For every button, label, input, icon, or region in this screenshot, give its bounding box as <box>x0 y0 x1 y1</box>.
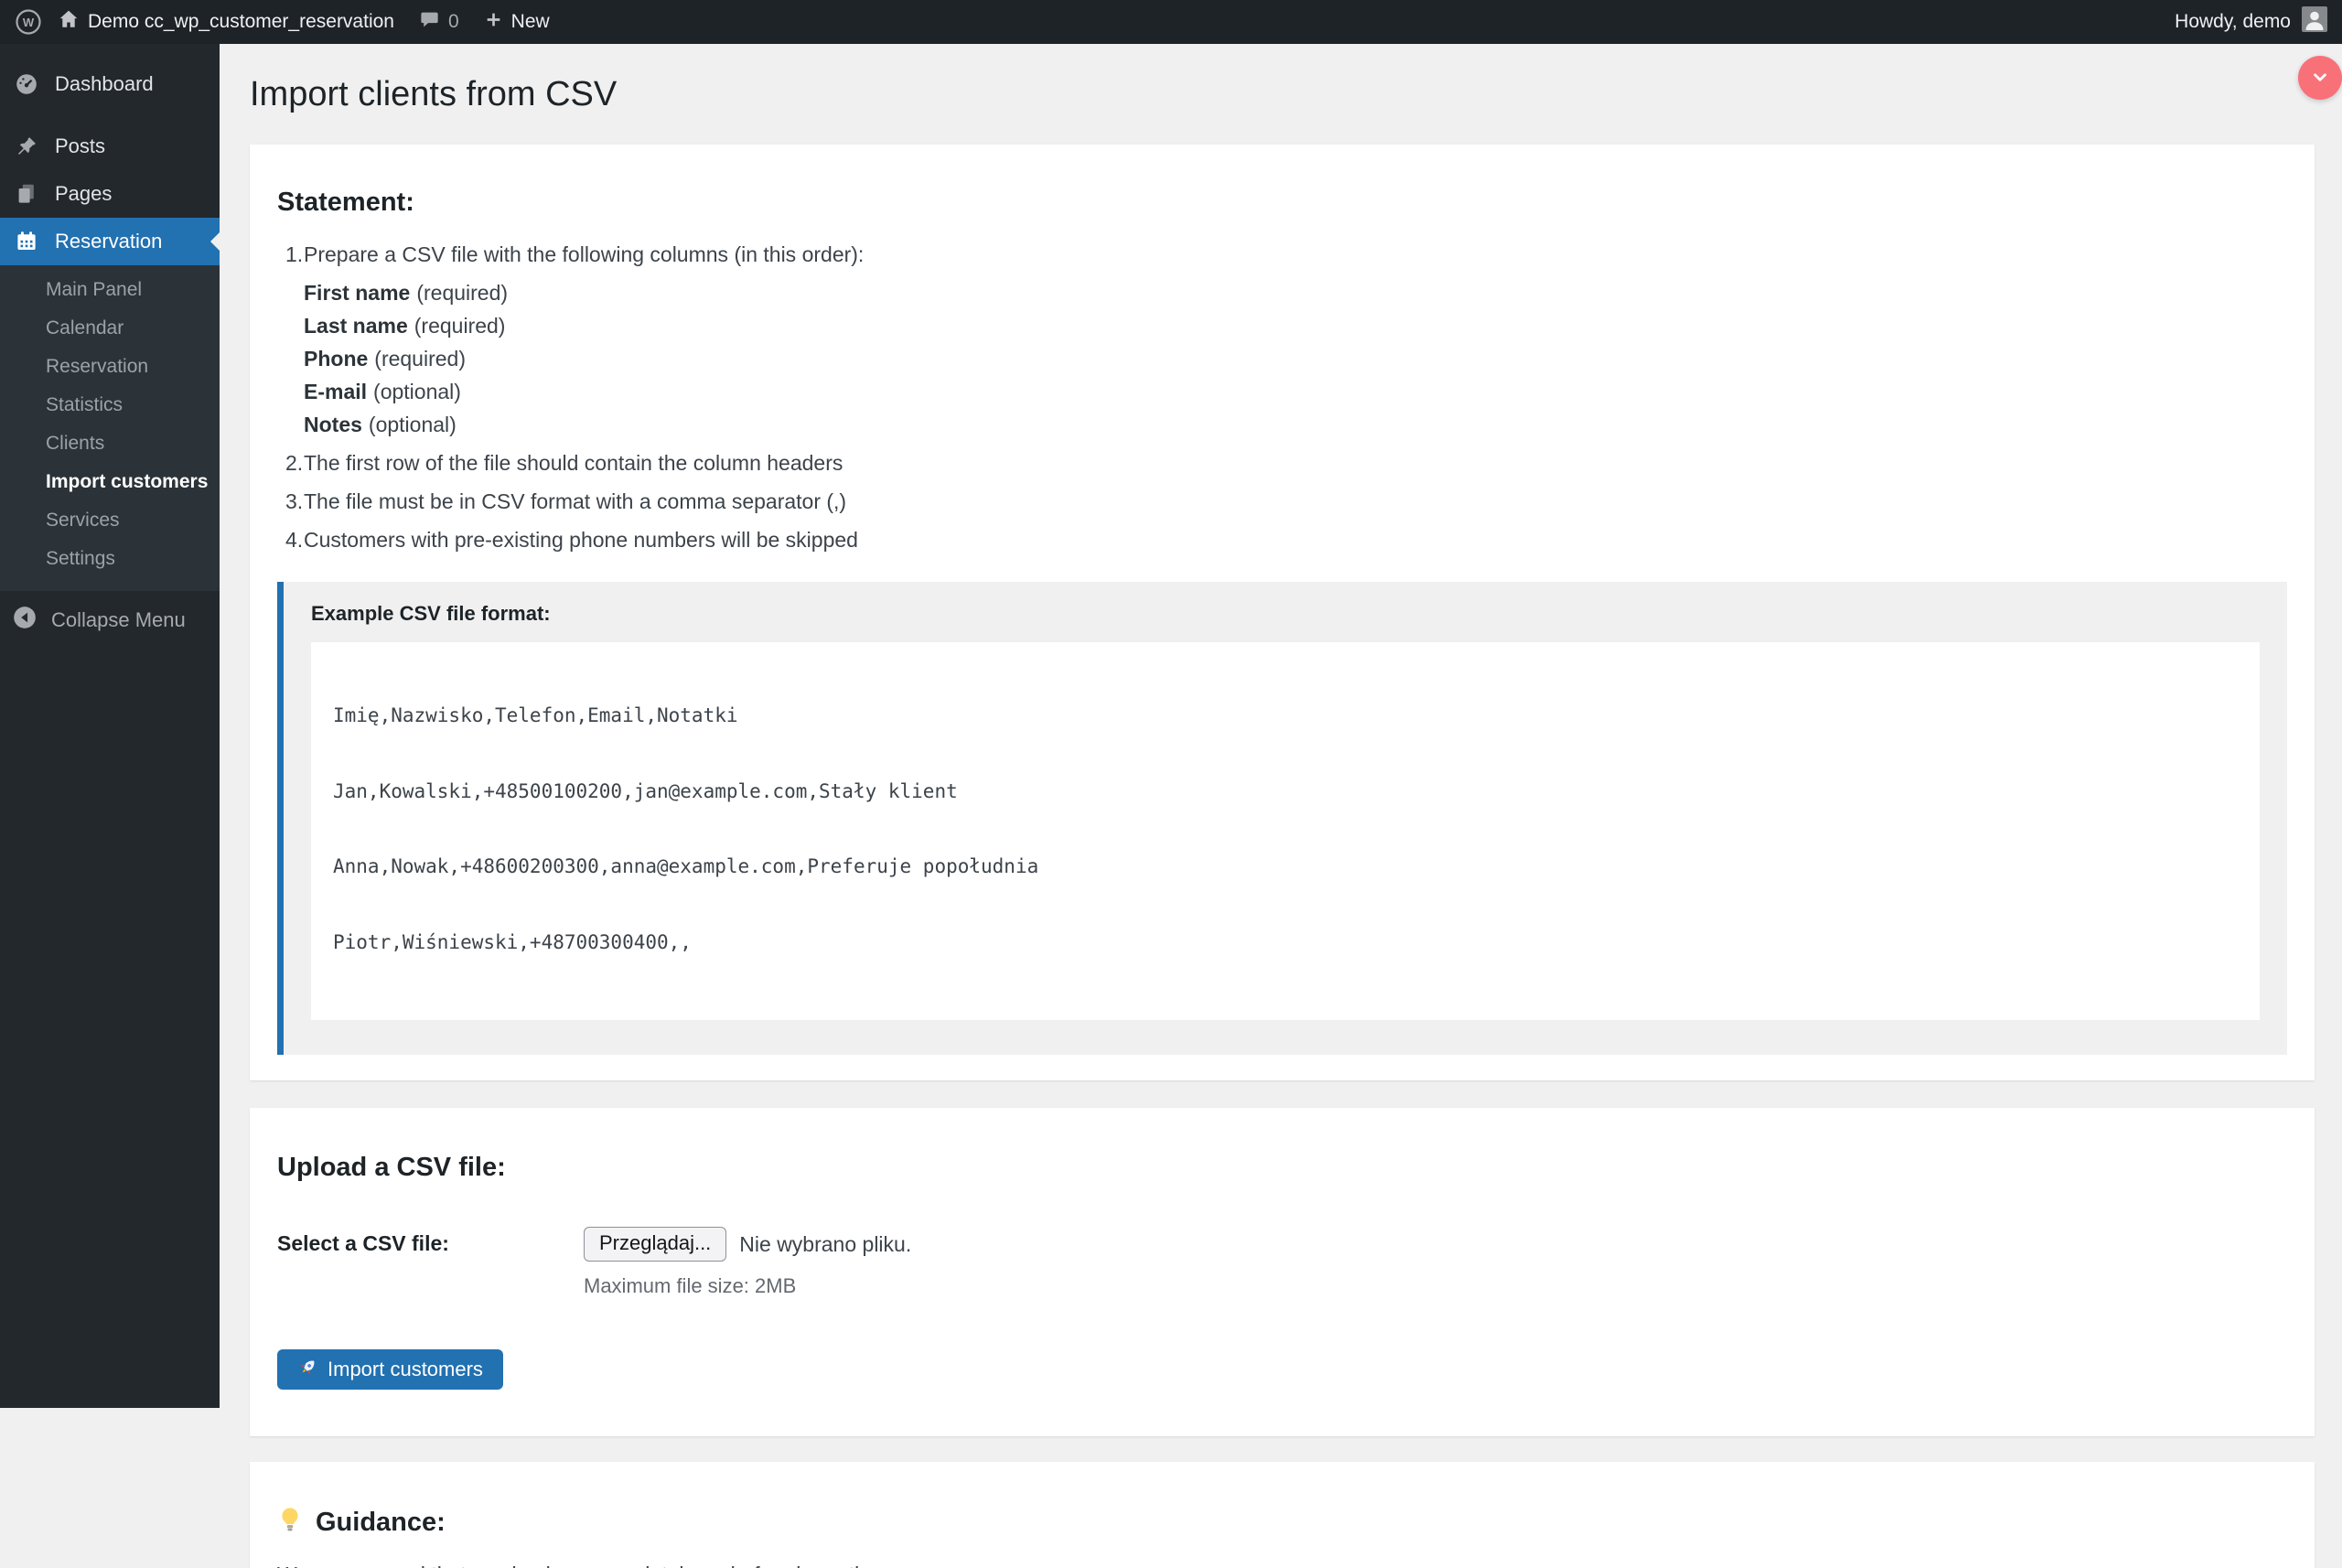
file-select-label: Select a CSV file: <box>277 1227 584 1260</box>
example-csv-code: Imię,Nazwisko,Telefon,Email,Notatki Jan,… <box>311 642 2260 1020</box>
import-customers-button[interactable]: Import customers <box>277 1349 503 1390</box>
list-item: 1. Prepare a CSV file with the following… <box>285 238 2287 271</box>
file-input: Przeglądaj... Nie wybrano pliku. <box>584 1227 911 1262</box>
import-button-label: Import customers <box>328 1358 483 1381</box>
csv-column: Notes(optional) <box>304 408 2287 441</box>
calendar-icon <box>13 231 40 252</box>
csv-column: First name(required) <box>304 276 2287 309</box>
list-item: 3. The file must be in CSV format with a… <box>285 485 2287 518</box>
comments-count: 0 <box>448 11 459 33</box>
rocket-icon <box>297 1357 318 1383</box>
avatar <box>2302 6 2327 38</box>
browse-file-button[interactable]: Przeglądaj... <box>584 1227 726 1262</box>
csv-column: E-mail(optional) <box>304 375 2287 408</box>
page-title: Import clients from CSV <box>250 73 2315 115</box>
submenu-item-import-customers[interactable]: Import customers <box>0 463 220 501</box>
guidance-heading: Guidance: <box>316 1507 446 1538</box>
sidebar-item-label: Dashboard <box>55 72 154 96</box>
upload-card: Upload a CSV file: Select a CSV file: Pr… <box>250 1108 2315 1436</box>
chevron-down-icon <box>2308 65 2332 91</box>
submenu-item-settings[interactable]: Settings <box>0 540 220 578</box>
sidebar-item-posts[interactable]: Posts <box>0 123 220 170</box>
file-select-row: Select a CSV file: Przeglądaj... Nie wyb… <box>277 1227 2287 1262</box>
example-csv-box: Example CSV file format: Imię,Nazwisko,T… <box>277 582 2287 1055</box>
sidebar-item-label: Posts <box>55 134 105 158</box>
example-heading: Example CSV file format: <box>311 602 2260 626</box>
list-item: 4. Customers with pre-existing phone num… <box>285 523 2287 556</box>
svg-text:W: W <box>23 16 35 29</box>
comments-link[interactable]: 0 <box>420 10 459 35</box>
site-name: Demo cc_wp_customer_reservation <box>88 11 394 33</box>
submenu-item-services[interactable]: Services <box>0 501 220 540</box>
csv-column: Phone(required) <box>304 342 2287 375</box>
collapse-menu-button[interactable]: Collapse Menu <box>0 600 220 640</box>
csv-line: Piotr,Wiśniewski,+48700300400,, <box>333 930 2238 956</box>
collapse-arrow-icon <box>13 606 37 635</box>
wordpress-logo-icon[interactable]: W <box>15 8 42 36</box>
home-icon <box>59 9 79 35</box>
upload-heading: Upload a CSV file: <box>277 1152 2287 1183</box>
lightbulb-icon <box>277 1506 303 1538</box>
account-menu[interactable]: Howdy, demo <box>2175 6 2342 38</box>
guidance-line: We recommend that you back up your datab… <box>277 1558 2287 1568</box>
max-file-size-hint: Maximum file size: 2MB <box>584 1274 2287 1298</box>
comment-bubble-icon <box>420 10 439 35</box>
csv-line: Anna,Nowak,+48600200300,anna@example.com… <box>333 854 2238 880</box>
admin-bar: W Demo cc_wp_customer_reservation 0 <box>0 0 2342 44</box>
wordpress-admin-page: W Demo cc_wp_customer_reservation 0 <box>0 0 2342 1568</box>
submenu-item-main-panel[interactable]: Main Panel <box>0 271 220 309</box>
notification-toggle-button[interactable] <box>2298 56 2342 100</box>
statement-heading: Statement: <box>277 187 2287 218</box>
csv-line: Jan,Kowalski,+48500100200,jan@example.co… <box>333 779 2238 805</box>
new-content-link[interactable]: New <box>485 11 550 34</box>
main-content: Import clients from CSV Statement: 1. Pr… <box>220 44 2342 1568</box>
submenu-item-calendar[interactable]: Calendar <box>0 309 220 348</box>
csv-column: Last name(required) <box>304 309 2287 342</box>
sidebar-item-label: Reservation <box>55 230 162 253</box>
submenu-item-reservation[interactable]: Reservation <box>0 348 220 386</box>
no-file-selected-text: Nie wybrano pliku. <box>739 1232 911 1257</box>
sidebar-item-pages[interactable]: Pages <box>0 170 220 218</box>
howdy-text: Howdy, demo <box>2175 11 2291 33</box>
submenu-item-clients[interactable]: Clients <box>0 424 220 463</box>
pages-icon <box>13 183 40 205</box>
statement-card: Statement: 1. Prepare a CSV file with th… <box>250 145 2315 1080</box>
pushpin-icon <box>13 135 40 157</box>
sidebar-item-reservation[interactable]: Reservation <box>0 218 220 265</box>
dashboard-gauge-icon <box>13 73 40 95</box>
plus-icon <box>485 11 502 34</box>
csv-line: Imię,Nazwisko,Telefon,Email,Notatki <box>333 703 2238 729</box>
new-label: New <box>511 11 550 33</box>
reservation-submenu: Main Panel Calendar Reservation Statisti… <box>0 265 220 591</box>
sidebar-item-label: Pages <box>55 182 112 206</box>
statement-list: 1. Prepare a CSV file with the following… <box>285 238 2287 556</box>
list-item: 2. The first row of the file should cont… <box>285 446 2287 479</box>
admin-sidebar: Dashboard Posts Pages <box>0 44 220 1408</box>
csv-columns-list: First name(required) Last name(required)… <box>304 276 2287 441</box>
guidance-card: Guidance: We recommend that you back up … <box>250 1462 2315 1568</box>
sidebar-item-dashboard[interactable]: Dashboard <box>0 60 220 108</box>
collapse-menu-label: Collapse Menu <box>51 608 186 632</box>
site-name-link[interactable]: Demo cc_wp_customer_reservation <box>59 9 394 35</box>
submenu-item-statistics[interactable]: Statistics <box>0 386 220 424</box>
guidance-lines: We recommend that you back up your datab… <box>277 1558 2287 1568</box>
